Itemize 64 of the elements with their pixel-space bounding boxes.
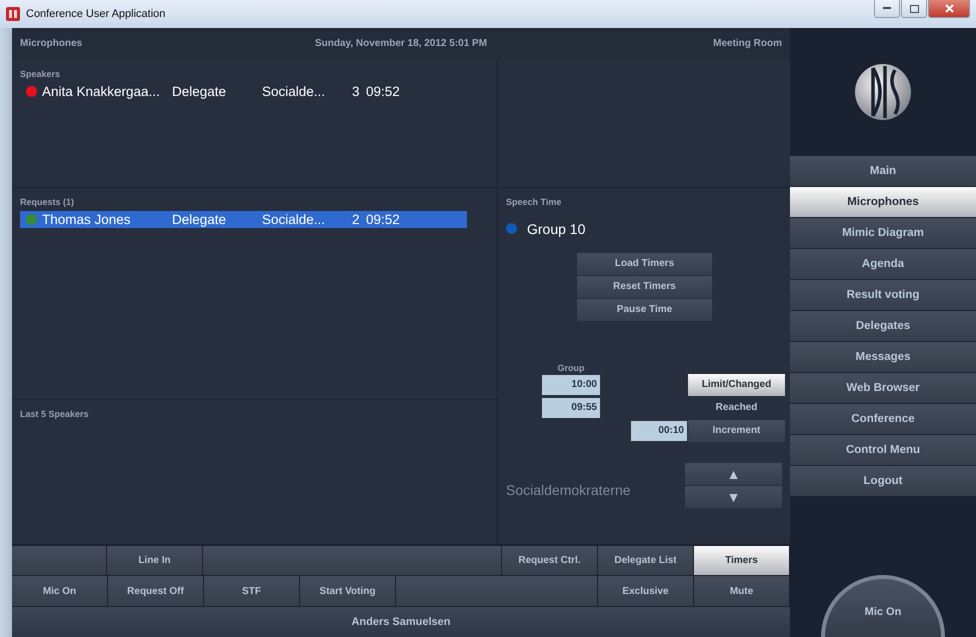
mic-on-button[interactable]: Mic On <box>821 575 945 637</box>
increment-field[interactable]: 00:10 <box>630 420 688 442</box>
party-text: Socialde... <box>262 212 326 227</box>
maximize-button[interactable] <box>901 0 927 18</box>
minimize-icon <box>883 7 891 10</box>
timer-button[interactable]: Pause Time <box>577 298 712 321</box>
role-text: Delegate <box>172 212 228 227</box>
function-button[interactable]: Delegate List <box>598 546 694 576</box>
reached-text: Reached <box>716 402 758 414</box>
reached-field[interactable]: 09:55 <box>541 396 601 419</box>
section-title: Microphones <box>20 38 84 50</box>
party-name: Socialdemokraterne <box>506 482 631 498</box>
date-time: Sunday, November 18, 2012 5:01 PM <box>314 38 488 50</box>
panel-title: Speakers <box>20 68 62 79</box>
function-button[interactable]: Start Voting <box>300 576 396 606</box>
timer-button[interactable]: Reset Timers <box>577 276 712 298</box>
panel-title: Last 5 Speakers <box>20 408 90 419</box>
nav-item[interactable]: Agenda <box>790 249 976 280</box>
panel-title: Speech Time <box>506 196 562 207</box>
mode-button[interactable]: Limit/Changed <box>688 374 785 396</box>
up-button[interactable]: ▲ <box>685 462 782 485</box>
mode-button[interactable]: Increment <box>688 420 785 442</box>
close-icon <box>944 4 954 13</box>
function-button[interactable]: Line In <box>107 546 203 576</box>
function-button[interactable]: Exclusive <box>598 576 694 606</box>
group-name: Group 10 <box>527 220 586 237</box>
name-text: Anita Knakkergaa... <box>42 84 161 99</box>
speaker-row[interactable]: Anita Knakkergaa... Delegate Socialde... 3 09:52 <box>20 82 467 100</box>
role-text: Delegate <box>172 84 228 99</box>
time-text: 09:52 <box>366 84 401 99</box>
group-label: Group <box>556 362 586 373</box>
nav-item[interactable]: Control Menu <box>790 435 976 466</box>
nav-item[interactable]: Logout <box>790 466 976 497</box>
minimize-button[interactable] <box>874 0 900 18</box>
speaker-row[interactable]: Thomas Jones Delegate Socialde... 2 09:52 <box>20 210 467 228</box>
seat-text: 2 <box>352 212 361 227</box>
function-button[interactable]: Mic On <box>12 576 108 606</box>
down-button[interactable]: ▼ <box>685 486 782 508</box>
limit-field[interactable]: 10:00 <box>541 374 601 396</box>
nav-item[interactable]: Conference <box>790 404 976 435</box>
party-text: Socialde... <box>262 84 326 99</box>
time-text: 09:52 <box>366 212 401 227</box>
room-name: Meeting Room <box>712 38 782 50</box>
seat-text: 3 <box>352 84 361 99</box>
close-button[interactable] <box>928 0 970 18</box>
function-button[interactable]: Mute <box>694 576 790 606</box>
panel-title: Requests (1) <box>20 196 76 207</box>
name-text: Thomas Jones <box>42 212 132 227</box>
user-name: Anders Samuelsen <box>12 606 790 637</box>
app-icon <box>6 7 20 21</box>
function-button[interactable]: STF <box>204 576 300 606</box>
nav-item[interactable]: Microphones <box>790 187 976 218</box>
nav-item[interactable]: Messages <box>790 342 976 373</box>
timer-button[interactable]: Load Timers <box>577 252 712 275</box>
nav-item[interactable]: Mimic Diagram <box>790 218 976 249</box>
nav-item[interactable]: Result voting <box>790 280 976 311</box>
function-button[interactable]: Request Ctrl. <box>502 546 598 576</box>
nav-item[interactable]: Web Browser <box>790 373 976 404</box>
nav-item[interactable]: Main <box>790 156 976 187</box>
function-button[interactable]: Timers <box>694 546 790 576</box>
maximize-icon <box>910 4 918 12</box>
function-button[interactable]: Request Off <box>108 576 204 606</box>
window-title: Conference User Application <box>26 8 166 20</box>
nav-item[interactable]: Delegates <box>790 311 976 342</box>
